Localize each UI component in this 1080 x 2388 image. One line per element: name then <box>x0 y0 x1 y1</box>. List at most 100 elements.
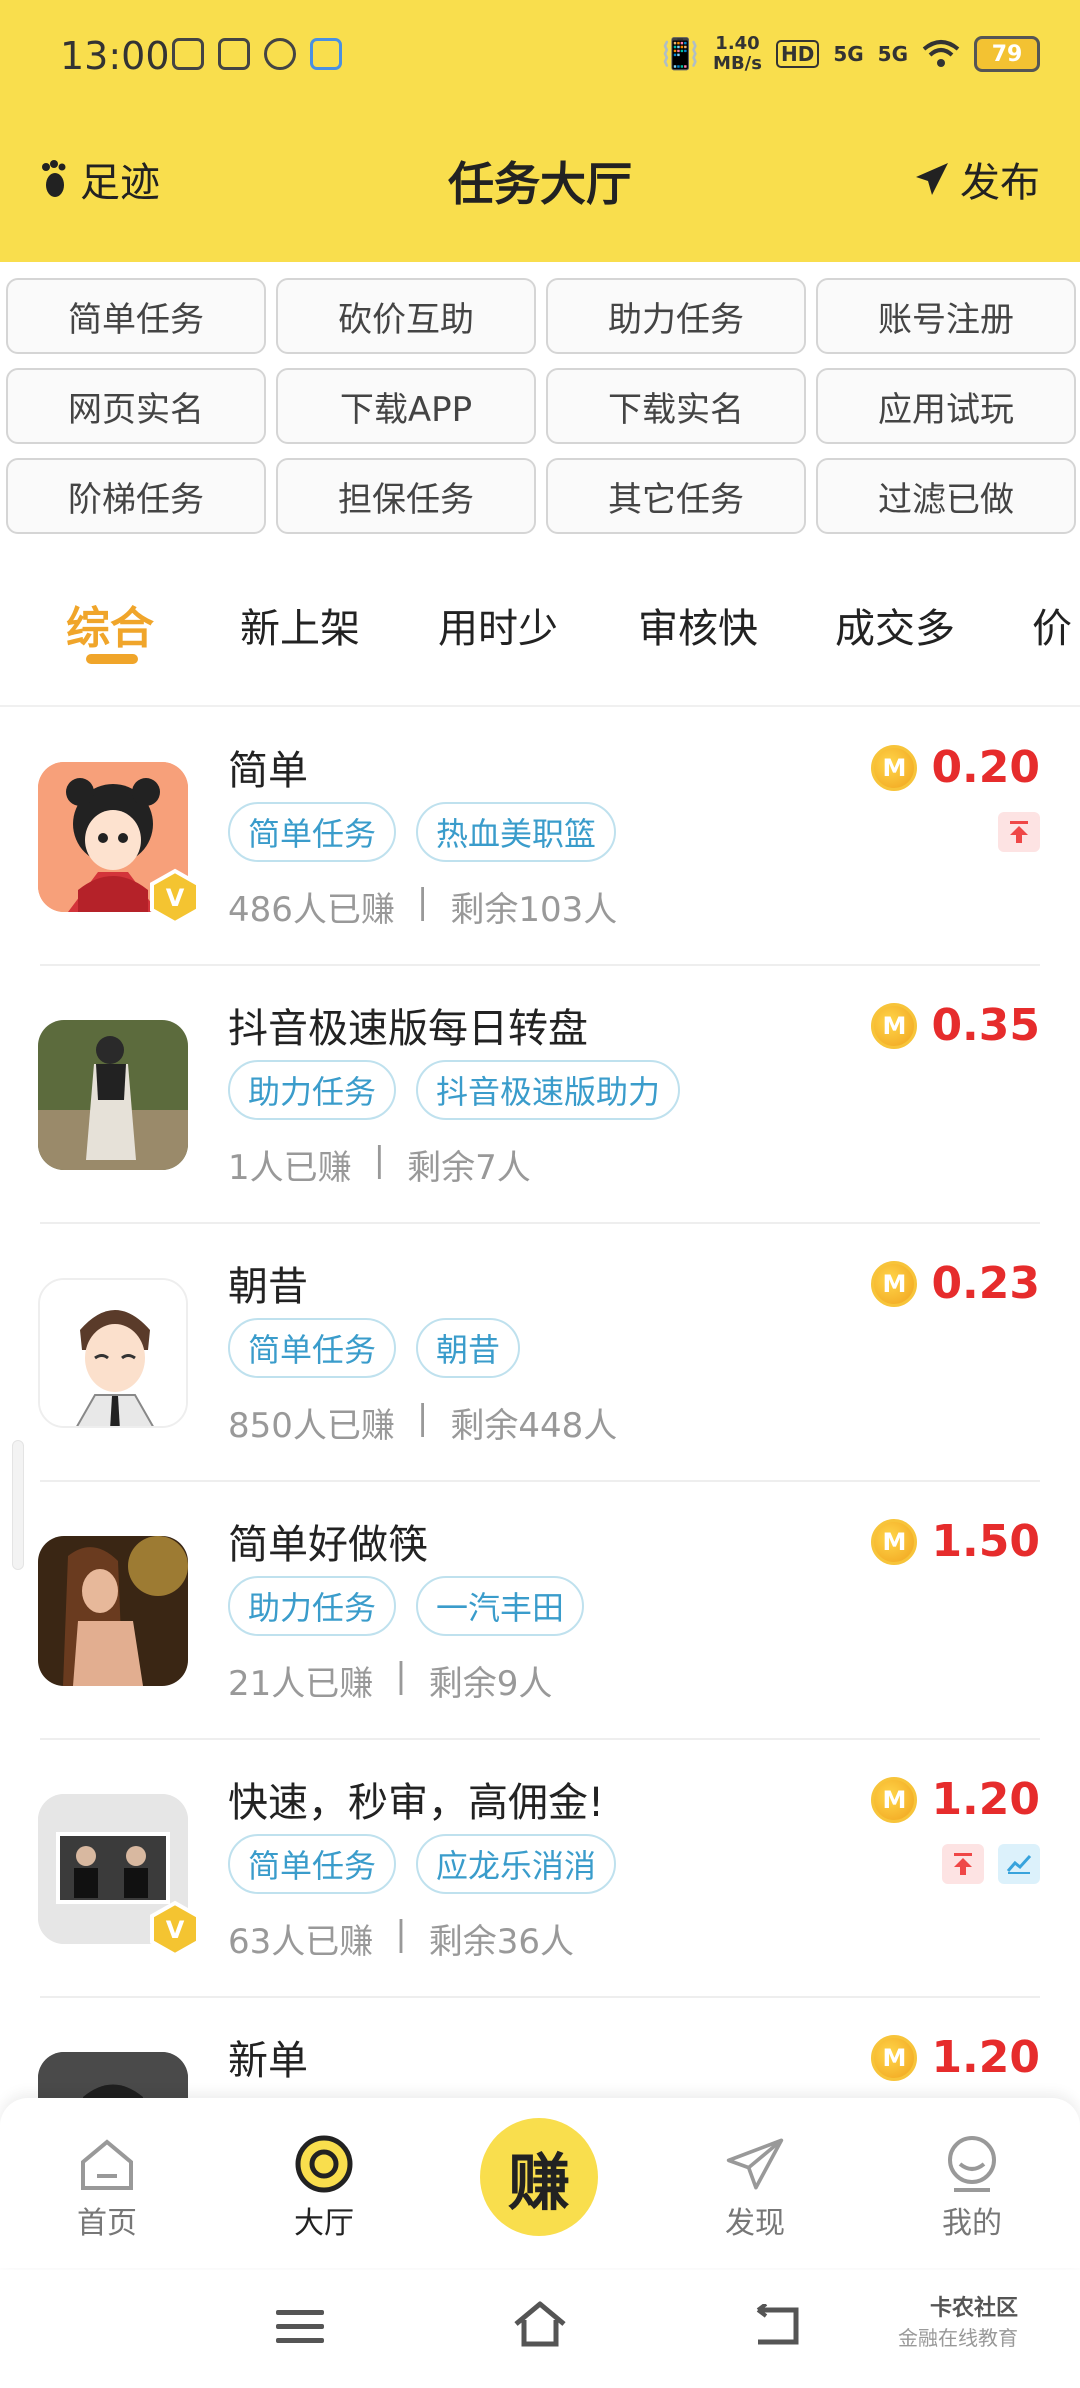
sort-tab-quick[interactable]: 用时少 <box>438 596 558 654</box>
task-tags: 简单任务 朝昔 <box>228 1318 521 1378</box>
tab-label: 大厅 <box>294 2206 354 2241</box>
publish-label: 发布 <box>960 160 1040 206</box>
menu-icon[interactable] <box>276 2306 324 2346</box>
pin-top-icon <box>998 812 1040 852</box>
tab-mine[interactable]: 我的 <box>912 2134 1032 2242</box>
price-value: 0.23 <box>931 1258 1040 1309</box>
task-avatar <box>38 1278 188 1428</box>
task-avatar <box>38 1020 188 1170</box>
earned-count: 1人已赚 <box>228 1148 352 1188</box>
stats-separator: | <box>416 882 429 922</box>
price-value: 1.20 <box>931 1774 1040 1825</box>
hd-icon: HD <box>775 40 820 68</box>
category-button[interactable]: 其它任务 <box>546 458 806 534</box>
task-tag: 抖音极速版助力 <box>416 1060 681 1120</box>
coin-icon: M <box>871 744 918 791</box>
task-stats: 486人已赚 | 剩余103人 <box>228 882 617 931</box>
coin-icon: M <box>871 1002 918 1049</box>
speed-unit: MB/s <box>713 53 762 74</box>
task-price: M 1.50 <box>871 1516 1040 1567</box>
task-tag: 一汽丰田 <box>416 1576 585 1636</box>
watermark: 卡农社区 金融在线教育 <box>898 2290 1018 2351</box>
sort-tab-new[interactable]: 新上架 <box>240 596 360 654</box>
category-button[interactable]: 下载APP <box>276 368 536 444</box>
task-item[interactable]: V 快速，秒审，高佣金! 简单任务 应龙乐消消 63人已赚 | 剩余36人 M … <box>0 1740 1080 1998</box>
task-item[interactable]: 朝昔 简单任务 朝昔 850人已赚 | 剩余448人 M 0.23 <box>0 1224 1080 1482</box>
tab-discover[interactable]: 发现 <box>695 2134 815 2242</box>
task-tag: 朝昔 <box>416 1318 521 1378</box>
task-title: 朝昔 <box>228 1264 308 1310</box>
earn-button[interactable]: 赚 <box>480 2118 598 2236</box>
watermark-title: 卡农社区 <box>929 2296 1018 2321</box>
task-title: 新单 <box>228 2038 308 2084</box>
task-price: M 0.35 <box>871 1000 1040 1051</box>
tab-hall[interactable]: 大厅 <box>264 2134 384 2242</box>
remaining-count: 剩余9人 <box>428 1664 553 1704</box>
paper-plane-icon <box>725 2134 785 2194</box>
task-title: 简单 <box>228 748 308 794</box>
category-button[interactable]: 助力任务 <box>546 278 806 354</box>
sort-tab-comprehensive[interactable]: 综合 <box>66 592 154 656</box>
earned-count: 486人已赚 <box>228 890 395 930</box>
category-button[interactable]: 下载实名 <box>546 368 806 444</box>
network-speed: 1.40 MB/s <box>713 34 762 74</box>
category-button[interactable]: 阶梯任务 <box>6 458 266 534</box>
price-value: 1.20 <box>931 2032 1040 2083</box>
signal-5g-1: 5G <box>833 42 864 66</box>
remaining-count: 剩余103人 <box>450 890 618 930</box>
nav-bar: 足迹 任务大厅 发布 <box>0 140 1080 220</box>
back-icon[interactable] <box>752 2304 802 2348</box>
task-tag: 应龙乐消消 <box>416 1834 617 1894</box>
tab-home[interactable]: 首页 <box>47 2134 167 2242</box>
notification-icon <box>310 38 342 70</box>
task-tag: 热血美职篮 <box>416 802 617 862</box>
divider <box>0 705 1080 707</box>
hall-icon <box>294 2134 354 2194</box>
earned-count: 850人已赚 <box>228 1406 395 1446</box>
task-title: 抖音极速版每日转盘 <box>228 1006 588 1052</box>
battery-icon: 79 <box>974 36 1040 72</box>
task-title: 简单好做筷 <box>228 1522 428 1568</box>
category-button[interactable]: 应用试玩 <box>816 368 1076 444</box>
task-tags: 助力任务 抖音极速版助力 <box>228 1060 681 1120</box>
task-item[interactable]: V 简单 简单任务 热血美职篮 486人已赚 | 剩余103人 M 0.20 <box>0 708 1080 966</box>
earned-count: 63人已赚 <box>228 1922 374 1962</box>
avatar-photo <box>38 1020 188 1170</box>
category-button[interactable]: 过滤已做 <box>816 458 1076 534</box>
coin-icon: M <box>871 1776 918 1823</box>
send-icon <box>916 163 948 195</box>
stats-separator: | <box>373 1140 386 1180</box>
wifi-icon <box>922 40 960 67</box>
task-tags: 简单任务 热血美职篮 <box>228 802 617 862</box>
earned-count: 21人已赚 <box>228 1664 374 1704</box>
category-button[interactable]: 网页实名 <box>6 368 266 444</box>
task-item[interactable]: 简单好做筷 助力任务 一汽丰田 21人已赚 | 剩余9人 M 1.50 <box>0 1482 1080 1740</box>
task-stats: 63人已赚 | 剩余36人 <box>228 1914 574 1963</box>
sort-tab-review-fast[interactable]: 审核快 <box>638 596 758 654</box>
scroll-indicator[interactable] <box>12 1440 24 1570</box>
remaining-count: 剩余36人 <box>428 1922 574 1962</box>
task-stats: 1人已赚 | 剩余7人 <box>228 1140 531 1189</box>
speed-value: 1.40 <box>715 33 760 54</box>
coin-icon: M <box>871 1260 918 1307</box>
task-stats: 21人已赚 | 剩余9人 <box>228 1656 552 1705</box>
status-bar: 13:00 📳 1.40 MB/s HD 5G 5G 79 <box>0 0 1080 120</box>
sort-tab-most-deals[interactable]: 成交多 <box>835 596 955 654</box>
category-grid: 简单任务 砍价互助 助力任务 账号注册 网页实名 下载APP 下载实名 应用试玩… <box>6 278 1076 534</box>
home-nav-icon[interactable] <box>512 2300 568 2348</box>
watermark-subtitle: 金融在线教育 <box>898 2326 1018 2350</box>
task-tag: 简单任务 <box>228 1318 397 1378</box>
category-button[interactable]: 账号注册 <box>816 278 1076 354</box>
publish-button[interactable]: 发布 <box>914 150 1040 208</box>
notification-icon <box>264 38 296 70</box>
sort-tab-price[interactable]: 价 <box>1032 596 1072 654</box>
tab-label: 我的 <box>942 2206 1002 2241</box>
category-button[interactable]: 简单任务 <box>6 278 266 354</box>
price-value: 1.50 <box>931 1516 1040 1567</box>
task-item[interactable]: 抖音极速版每日转盘 助力任务 抖音极速版助力 1人已赚 | 剩余7人 M 0.3… <box>0 966 1080 1224</box>
category-button[interactable]: 砍价互助 <box>276 278 536 354</box>
stats-separator: | <box>395 1914 407 1954</box>
category-button[interactable]: 担保任务 <box>276 458 536 534</box>
vibrate-icon: 📳 <box>661 36 700 72</box>
tab-label: 发现 <box>725 2206 785 2241</box>
